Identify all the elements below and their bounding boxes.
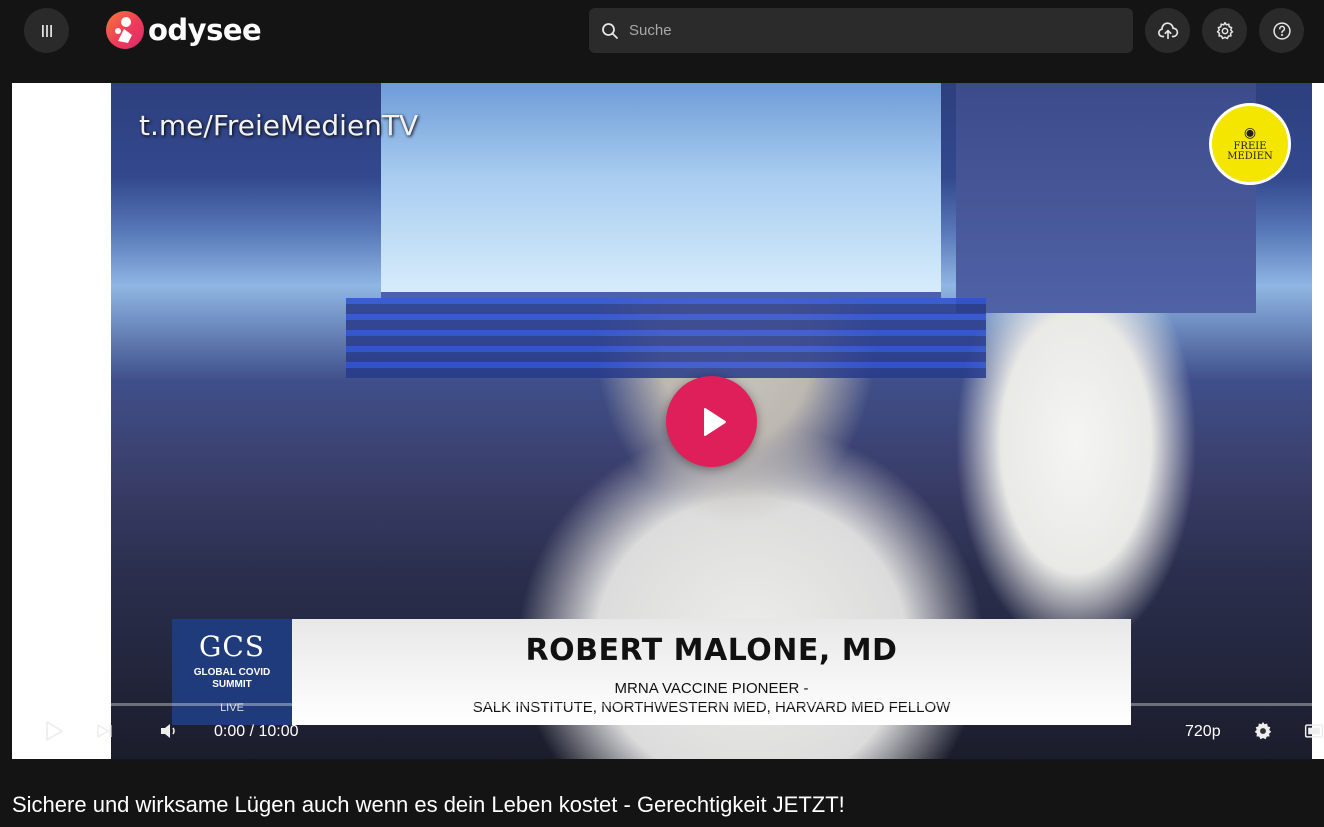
stage-stripes <box>346 298 986 378</box>
progress-bar[interactable] <box>30 703 1324 706</box>
gcs-title: GCS <box>199 630 265 663</box>
video-watermark: t.me/FreieMedienTV <box>139 109 419 142</box>
time-total: 10:00 <box>258 723 299 740</box>
upload-button[interactable] <box>1145 8 1190 53</box>
background-screen <box>381 83 941 298</box>
player-controls: 0:00 / 10:00 720p <box>12 709 1324 753</box>
theater-mode-button[interactable] <box>1304 715 1324 747</box>
play-icon <box>703 407 726 436</box>
video-title: Sichere und wirksame Lügen auch wenn es … <box>12 792 845 817</box>
odysee-logo-icon <box>106 11 144 49</box>
play-button[interactable] <box>40 715 68 747</box>
volume-icon <box>161 724 175 738</box>
time-display: 0:00 / 10:00 <box>214 723 299 741</box>
gcs-subtitle-line-1: GLOBAL COVID <box>193 667 271 678</box>
quality-label[interactable]: 720p <box>1185 723 1221 741</box>
gear-icon <box>1254 721 1272 740</box>
eye-icon: ◉ <box>1243 125 1257 141</box>
search-icon <box>602 22 618 39</box>
help-icon <box>1272 21 1291 40</box>
next-button[interactable] <box>94 715 116 747</box>
speaker-role-line-1: MRNA VACCINE PIONEER - <box>614 680 809 697</box>
help-button[interactable] <box>1259 8 1304 53</box>
top-bar: odysee <box>0 0 1324 62</box>
menu-button[interactable] <box>24 8 69 53</box>
settings-button[interactable] <box>1202 8 1247 53</box>
time-current: 0:00 <box>214 723 246 740</box>
upload-cloud-icon <box>1157 21 1178 39</box>
volume-button[interactable] <box>157 715 181 747</box>
logo-text: odysee <box>148 13 262 47</box>
badge-line-2: MEDIEN <box>1227 151 1273 162</box>
search-input[interactable] <box>629 22 1109 39</box>
big-play-button[interactable] <box>666 376 757 467</box>
menu-icon <box>41 24 52 37</box>
player-settings-button[interactable] <box>1250 715 1276 747</box>
background-panel <box>956 83 1256 313</box>
gcs-subtitle-line-2: SUMMIT <box>212 678 252 690</box>
gear-icon <box>1216 21 1233 39</box>
channel-badge: ◉ FREIE MEDIEN <box>1209 103 1291 185</box>
skip-next-icon <box>97 724 112 738</box>
play-icon <box>46 721 63 741</box>
search-bar[interactable] <box>589 8 1133 53</box>
video-player[interactable]: t.me/FreieMedienTV ◉ FREIE MEDIEN GCS GL… <box>12 83 1324 759</box>
odysee-logo[interactable]: odysee <box>106 10 262 50</box>
speaker-name: ROBERT MALONE, MD <box>525 633 898 668</box>
gcs-subtitle: GLOBAL COVID SUMMIT <box>194 667 270 690</box>
theater-mode-icon <box>1304 724 1324 738</box>
time-separator: / <box>245 723 259 740</box>
